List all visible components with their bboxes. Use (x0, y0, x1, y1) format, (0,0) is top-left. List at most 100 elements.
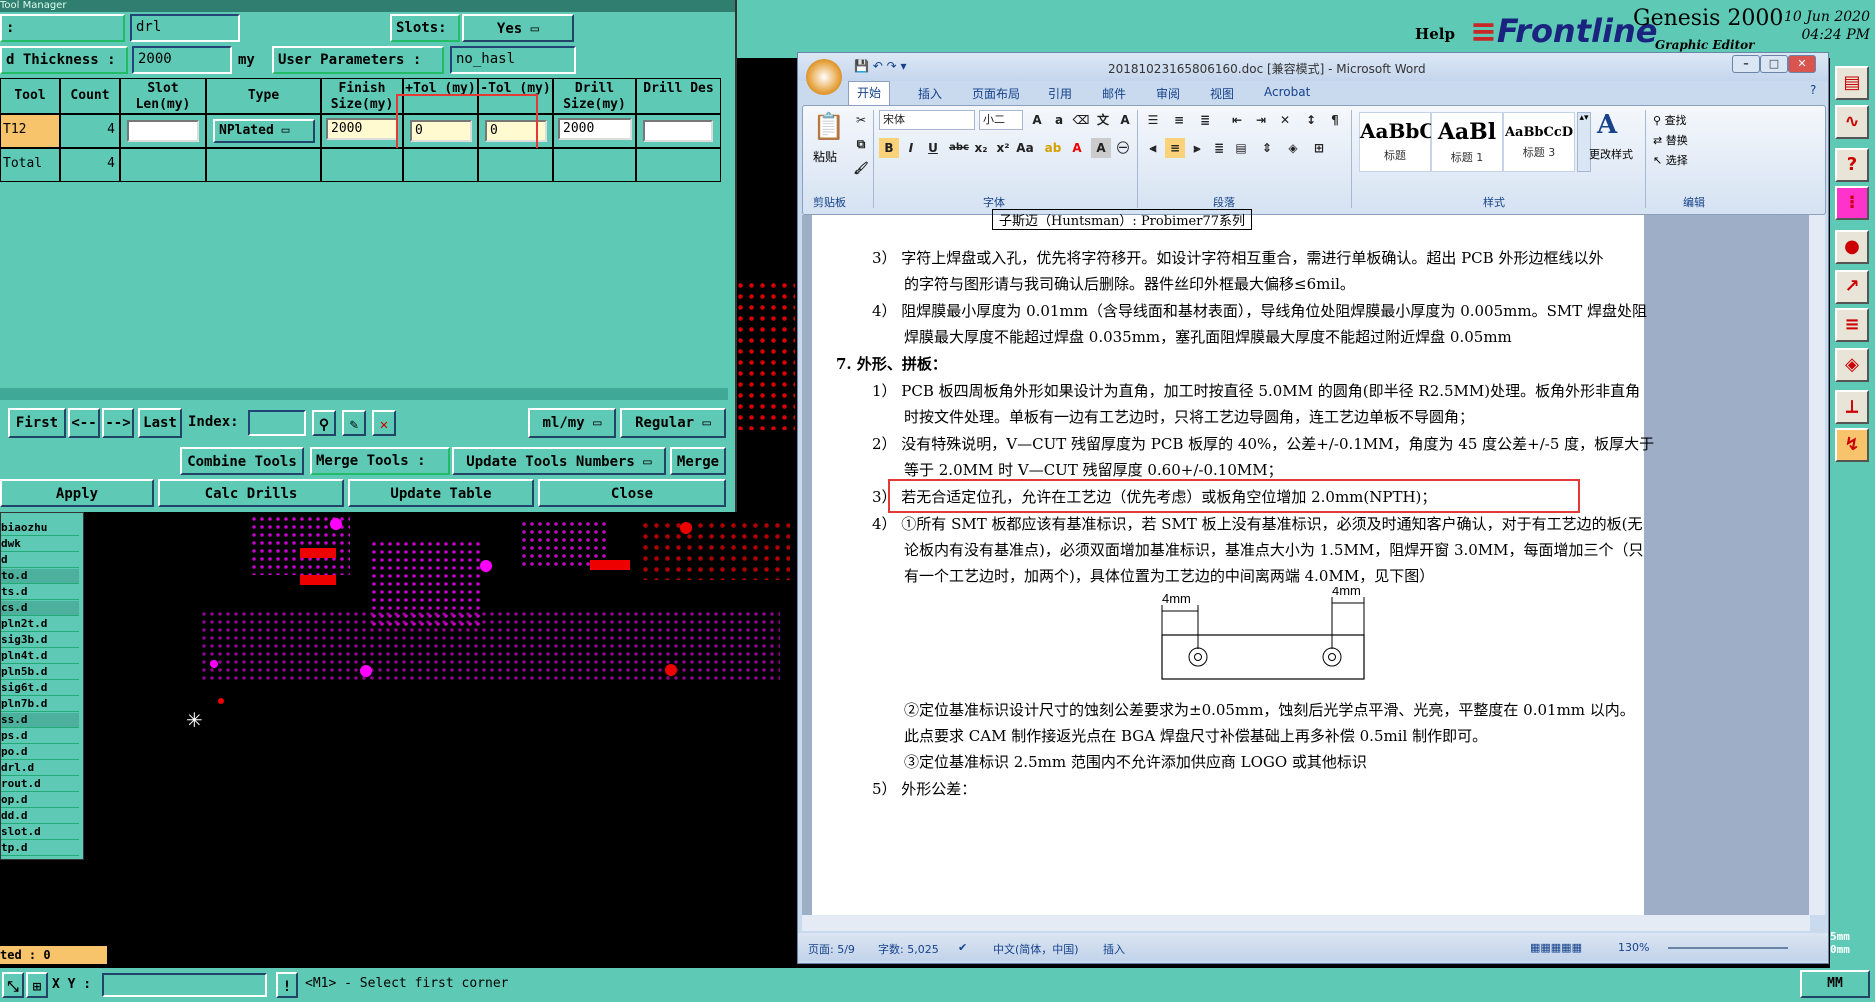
char-border-icon[interactable]: A (1115, 110, 1135, 130)
layer-item[interactable]: cs.d (1, 601, 79, 616)
zoom-slider[interactable] (1668, 947, 1788, 949)
font-color-icon[interactable]: A (1067, 138, 1087, 158)
page-indicator[interactable]: 页面: 5/9 (808, 941, 855, 957)
index-input[interactable] (248, 410, 306, 436)
finish-size-input[interactable]: 2000 (326, 118, 398, 140)
user-params-field[interactable]: no_hasl (450, 46, 576, 74)
increase-indent-icon[interactable]: ⇥ (1251, 110, 1271, 130)
layer-item[interactable]: sig6t.d (1, 681, 79, 696)
paste-label[interactable]: 粘贴 (813, 148, 837, 165)
tab-home[interactable]: 开始 (848, 81, 891, 106)
view-buttons-icon[interactable]: ▦▦▦▦▦ (1530, 941, 1582, 954)
insert-mode[interactable]: 插入 (1103, 941, 1125, 957)
pad-icon[interactable]: ● (1835, 230, 1869, 264)
minimize-icon[interactable]: – (1732, 55, 1760, 73)
next-button[interactable]: --> (102, 408, 134, 438)
delete-icon[interactable]: ✕ (372, 410, 396, 436)
drill-icon[interactable]: ⁝ (1835, 186, 1869, 220)
tab-mailings[interactable]: 邮件 (1102, 85, 1126, 102)
paste-icon[interactable]: 📋 (809, 112, 849, 146)
layer-item[interactable]: po.d (1, 745, 79, 760)
decrease-indent-icon[interactable]: ⇤ (1227, 110, 1247, 130)
update-tools-numbers-dropdown[interactable]: Update Tools Numbers ▭ (452, 447, 666, 475)
layer-item[interactable]: dd.d (1, 809, 79, 824)
board-thickness-field[interactable]: 2000 (132, 46, 232, 74)
layer-item[interactable]: pln2t.d (1, 617, 79, 632)
show-marks-icon[interactable]: ¶ (1325, 110, 1345, 130)
close-button[interactable]: Close (538, 479, 726, 507)
maximize-icon[interactable]: □ (1760, 55, 1788, 73)
layer-item[interactable]: rout.d (1, 777, 79, 792)
layer-item[interactable]: drl.d (1, 761, 79, 776)
cut-icon[interactable]: ✂ (851, 110, 871, 130)
units-dropdown[interactable]: ml/my ▭ (528, 408, 616, 438)
help-query-icon[interactable]: ? (1835, 148, 1869, 182)
drill-layer-field[interactable]: drl (130, 14, 240, 42)
zoom-icon[interactable]: ⤡ (2, 972, 24, 998)
prev-button[interactable]: <-- (68, 408, 100, 438)
font-size-select[interactable]: 小二 (979, 110, 1023, 130)
phonetic-icon[interactable]: 文 (1093, 110, 1113, 130)
styles-scroll[interactable]: ▴▾ (1577, 112, 1591, 172)
first-button[interactable]: First (8, 408, 66, 438)
multilevel-icon[interactable]: ≣ (1195, 110, 1215, 130)
replace-button[interactable]: ⇄ 替换 (1653, 132, 1688, 148)
layer-item[interactable]: ts.d (1, 585, 79, 600)
tab-acrobat[interactable]: Acrobat (1264, 85, 1310, 99)
distributed-icon[interactable]: ▤ (1231, 138, 1251, 158)
layer-item[interactable]: sig3b.d (1, 633, 79, 648)
layers-icon[interactable]: ≡ (1835, 308, 1869, 342)
clear-format-icon[interactable]: ⌫ (1071, 110, 1091, 130)
spellcheck-icon[interactable]: ✔ (958, 941, 967, 954)
snap-icon[interactable]: ↯ (1835, 428, 1869, 462)
numbering-icon[interactable]: ≡ (1169, 110, 1189, 130)
horizontal-scrollbar[interactable] (802, 915, 1810, 931)
style-title[interactable]: AaBbC 标题 (1359, 112, 1435, 172)
chinese-layout-icon[interactable]: ✕ (1275, 110, 1295, 130)
search-icon[interactable]: ⚲ (312, 410, 336, 436)
char-shading-icon[interactable]: A (1091, 138, 1111, 158)
last-button[interactable]: Last (138, 408, 182, 438)
find-button[interactable]: ⚲ 查找 (1653, 112, 1687, 128)
font-name-select[interactable]: 宋体 (879, 110, 975, 130)
format-painter-icon[interactable]: 🖌 (851, 158, 871, 178)
word-count[interactable]: 字数: 5,025 (878, 941, 939, 957)
shrink-font-icon[interactable]: a (1049, 110, 1069, 130)
zoom-level[interactable]: 130% (1618, 941, 1649, 954)
style-heading1[interactable]: AaBl 标题 1 (1431, 112, 1503, 172)
vertical-scrollbar[interactable] (1809, 215, 1825, 915)
change-case-icon[interactable]: Aa (1015, 138, 1035, 158)
tab-view[interactable]: 视图 (1210, 85, 1234, 102)
measure-icon[interactable]: ⟂ (1835, 390, 1869, 424)
document-page[interactable]: 子斯迈（Huntsman）: Probimer77系列 3） 字符上焊盘或入孔，… (812, 209, 1654, 915)
borders-icon[interactable]: ⊞ (1309, 138, 1329, 158)
tab-insert[interactable]: 插入 (918, 85, 942, 102)
tab-page-layout[interactable]: 页面布局 (972, 85, 1020, 102)
layer-item[interactable]: biaozhu (1, 521, 79, 536)
layer-item[interactable]: slot.d (1, 825, 79, 840)
language-indicator[interactable]: 中文(简体，中国) (993, 941, 1079, 957)
align-center-icon[interactable]: ≡ (1165, 138, 1185, 158)
type-dropdown[interactable]: NPlated ▭ (213, 119, 315, 143)
slots-dropdown[interactable]: Yes ▭ (462, 14, 574, 42)
route-icon[interactable]: ↗ (1835, 270, 1869, 304)
change-styles-label[interactable]: 更改样式 (1589, 146, 1633, 162)
change-styles-icon[interactable]: A (1597, 110, 1617, 140)
apply-button[interactable]: Apply (0, 479, 154, 507)
layer-item[interactable]: to.d (1, 569, 79, 584)
line-spacing-icon[interactable]: ⇕ (1257, 138, 1277, 158)
sine-icon[interactable]: ∿ (1835, 105, 1869, 139)
tab-references[interactable]: 引用 (1048, 85, 1072, 102)
layer-item[interactable]: pln5b.d (1, 665, 79, 680)
superscript-icon[interactable]: x² (993, 138, 1013, 158)
italic-icon[interactable]: I (901, 138, 921, 158)
tool-table-hscrollbar[interactable] (0, 388, 728, 400)
layer-item[interactable]: pln4t.d (1, 649, 79, 664)
copy-icon[interactable]: ⧉ (851, 134, 871, 154)
subscript-icon[interactable]: x₂ (971, 138, 991, 158)
shading-icon[interactable]: ◈ (1283, 138, 1303, 158)
drill-size-input[interactable]: 2000 (558, 118, 632, 140)
justify-icon[interactable]: ≣ (1209, 138, 1229, 158)
strikethrough-icon[interactable]: abc (949, 138, 969, 158)
update-table-button[interactable]: Update Table (348, 479, 534, 507)
